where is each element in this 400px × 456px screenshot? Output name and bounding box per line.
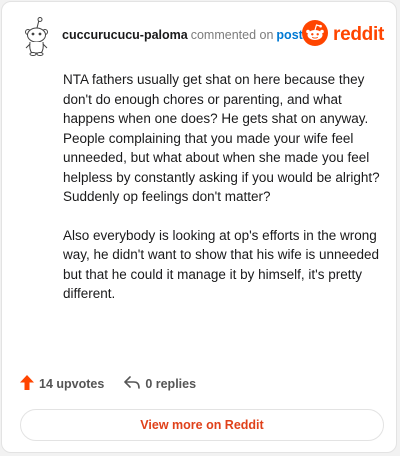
comment-body: NTA fathers usually get shat on here bec… xyxy=(63,70,383,323)
replies-button[interactable]: 0 replies xyxy=(124,376,196,392)
reddit-wordmark: reddit xyxy=(333,24,384,45)
replies-count: 0 replies xyxy=(145,377,197,391)
upvote-button[interactable]: 14 upvotes xyxy=(20,375,104,393)
reply-arrow-icon xyxy=(124,376,145,392)
view-more-button[interactable]: View more on Reddit xyxy=(20,409,384,441)
comment-header: cuccurucucu-paloma commented on post reddi… xyxy=(2,2,396,64)
commented-on-text: commented on xyxy=(190,28,274,42)
reddit-brand[interactable]: reddit xyxy=(302,19,384,51)
comment-paragraph: Also everybody is looking at op's effort… xyxy=(63,227,380,302)
comment-actions: 14 upvotes 0 replies xyxy=(20,374,216,394)
comment-meta: cuccurucucu-paloma commented on post xyxy=(62,27,303,43)
upvote-arrow-icon xyxy=(20,375,39,393)
comment-card: cuccurucucu-paloma commented on post reddi… xyxy=(1,1,397,453)
reddit-logo-icon xyxy=(302,19,329,51)
username-link[interactable]: cuccurucucu-paloma xyxy=(62,28,188,42)
post-link[interactable]: post xyxy=(276,28,302,42)
comment-paragraph: NTA fathers usually get shat on here bec… xyxy=(63,72,380,204)
snoo-avatar-icon xyxy=(20,16,52,56)
upvotes-count: 14 upvotes xyxy=(39,377,105,391)
